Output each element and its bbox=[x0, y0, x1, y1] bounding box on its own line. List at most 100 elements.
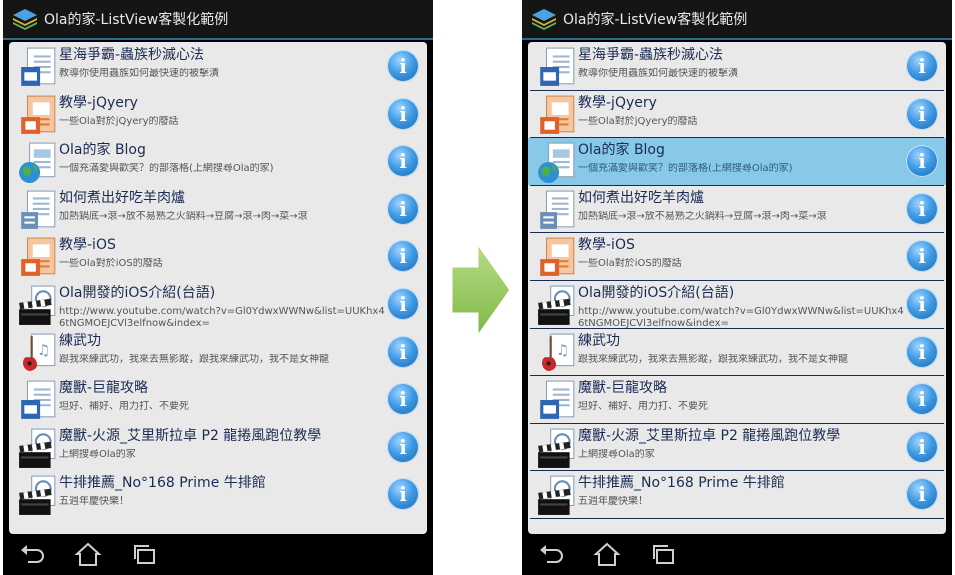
list-item[interactable]: 教學-jQyery 一些Ola對於jQyery的廢話 i bbox=[528, 91, 946, 138]
powerpoint-document-icon bbox=[540, 95, 575, 134]
recent-apps-icon[interactable] bbox=[131, 541, 159, 567]
word-document-icon bbox=[540, 380, 575, 420]
list-item-subtitle: 一些Ola對於jQyery的廢話 bbox=[578, 115, 698, 127]
list-item[interactable]: Ola開發的iOS介紹(台語) http://www.youtube.com/wa… bbox=[9, 281, 427, 328]
list-item-subtitle: 坦好、補好、用力打、不要死 bbox=[578, 401, 708, 413]
info-icon[interactable]: i bbox=[387, 192, 419, 225]
text-document-icon bbox=[540, 190, 575, 229]
phone-screen-before: Ola的家-ListView客製化範例 星海爭霸-蟲族秒滅心法教導你使用蟲族如何… bbox=[3, 0, 433, 575]
list-item[interactable]: 如何煮出好吃羊肉爐 加熱鍋底→滾→放不易熟之火鍋料→豆腐→滾→肉→菜→滾 i bbox=[528, 186, 946, 233]
list-item-subtitle: 教導你使用蟲族如何最快速的被擊潰 bbox=[578, 68, 738, 79]
list-item[interactable]: 教學-iOS 一些Ola對於iOS的廢話 i bbox=[528, 233, 946, 280]
list-item-title: 星海爭霸-蟲族秒滅心法 bbox=[59, 47, 205, 63]
home-icon[interactable] bbox=[74, 541, 102, 567]
list-item-subtitle: http://www.youtube.com/watch?v=Gl0YdwxWW… bbox=[578, 306, 904, 328]
list-item-title: 魔獸-巨龍攻略 bbox=[59, 380, 149, 397]
list-item-title: 教學-iOS bbox=[59, 237, 116, 254]
list-item-title: 如何煮出好吃羊肉爐 bbox=[59, 189, 185, 206]
list-item[interactable]: ♫ 練武功跟我來練武功，我來去無影蹤，跟我來練武功，我不是女神龍 i bbox=[9, 329, 427, 376]
layers-app-icon bbox=[13, 9, 37, 30]
web-document-icon bbox=[538, 142, 575, 184]
list-item-subtitle: 一個充滿愛與歡笑？的部落格(上網搜尋Ola的家) bbox=[59, 163, 274, 175]
list-item[interactable]: ♫ 練武功跟我來練武功，我來去無影蹤，跟我來練武功，我不是女神龍 i bbox=[528, 329, 946, 376]
list-item[interactable]: 星海爭霸-蟲族秒滅心法教導你使用蟲族如何最快速的被擊潰 i bbox=[528, 43, 946, 90]
list-item[interactable]: 如何煮出好吃羊肉爐加熱鍋底→滾→放不易熟之火鍋料→豆腐→滾→肉→菜→滾 i bbox=[9, 186, 427, 233]
video-clapper-icon bbox=[19, 475, 56, 516]
back-icon[interactable] bbox=[19, 541, 47, 567]
music-guitar-icon: ♫ bbox=[542, 333, 575, 371]
list-item[interactable]: 魔獸-巨龍攻略 坦好、補好、用力打、不要死 i bbox=[528, 376, 946, 423]
list-view[interactable]: 星海爭霸-蟲族秒滅心法 教導你使用蟲族如何最快速的被擊潰 i 教學-jQyery 一些O… bbox=[9, 42, 427, 534]
app-title-bar: Ola的家-ListView客製化範例 bbox=[522, 0, 952, 40]
list-item-subtitle: 跟我來練武功，我來去無影蹤，跟我來練武功，我不是女神龍 bbox=[59, 353, 329, 365]
info-icon[interactable]: i bbox=[906, 383, 938, 416]
layers-app-icon bbox=[532, 9, 556, 30]
list-item[interactable]: 教學-iOS 一些Ola對於iOS的廢話 i bbox=[9, 233, 427, 280]
list-item-title: 練武功 bbox=[578, 332, 620, 349]
list-item-subtitle: 加熱鍋底→滾→放不易熟之火鍋料→豆腐→滾→肉→菜→滾 bbox=[578, 210, 827, 222]
list-item[interactable]: 魔獸-火源_艾里斯拉卓 P2 龍捲風跑位教學 上網搜尋Ola的家 i bbox=[9, 424, 427, 471]
list-item-subtitle: 加熱鍋底→滾→放不易熟之火鍋料→豆腐→滾→肉→菜→滾 bbox=[59, 210, 308, 222]
list-item[interactable]: 教學-jQyery 一些Ola對於jQyery的廢話 i bbox=[9, 91, 427, 138]
info-icon[interactable]: i bbox=[387, 50, 419, 82]
info-icon[interactable]: i bbox=[387, 240, 419, 273]
list-item-subtitle: 一些Ola對於jQyery的廢話 bbox=[59, 115, 179, 127]
list-item-title: 練武功 bbox=[59, 332, 101, 349]
web-document-icon bbox=[19, 142, 56, 184]
video-clapper-icon bbox=[538, 475, 575, 516]
info-icon[interactable]: i bbox=[387, 288, 419, 320]
info-icon[interactable]: i bbox=[387, 478, 419, 511]
music-guitar-icon: ♫ bbox=[23, 333, 56, 371]
list-view[interactable]: 星海爭霸-蟲族秒滅心法 教導你使用蟲族如何最快速的被擊潰 i 教學-jQyery 一些O… bbox=[528, 42, 946, 534]
info-icon[interactable]: i bbox=[387, 97, 419, 130]
word-document-icon bbox=[21, 380, 56, 420]
list-item-title: 魔獸-火源_艾里斯拉卓 P2 龍捲風跑位教學 bbox=[59, 427, 322, 444]
list-item-subtitle: 教導你使用蟲族如何最快速的被擊潰 bbox=[59, 68, 219, 79]
info-icon[interactable]: i bbox=[387, 335, 419, 368]
list-item-subtitle: 坦好、補好、用力打、不要死 bbox=[59, 401, 189, 413]
back-icon[interactable] bbox=[538, 541, 566, 567]
info-icon[interactable]: i bbox=[906, 335, 938, 368]
list-item[interactable]: 魔獸-火源_艾里斯拉卓 P2 龍捲風跑位教學上網搜尋Ola的家 i bbox=[528, 424, 946, 471]
list-item-title: 牛排推薦_No°168 Prime 牛排館 bbox=[59, 475, 266, 492]
list-item-title: 星海爭霸-蟲族秒滅心法 bbox=[578, 47, 724, 63]
list-item[interactable]: 牛排推薦_No°168 Prime 牛排館 五週年慶快樂！ i bbox=[9, 471, 427, 518]
info-icon[interactable]: i bbox=[906, 50, 938, 82]
list-item[interactable]: 魔獸-巨龍攻略坦好、補好、用力打、不要死 i bbox=[9, 376, 427, 423]
list-item-subtitle: 五週年慶快樂！ bbox=[578, 496, 648, 508]
list-item-title: Ola的家 Blog bbox=[578, 142, 665, 159]
info-icon[interactable]: i bbox=[906, 478, 938, 511]
word-document-icon bbox=[21, 47, 56, 86]
list-item-title: 教學-iOS bbox=[578, 237, 635, 254]
right-arrow-icon bbox=[449, 240, 513, 340]
video-clapper-icon bbox=[19, 428, 56, 468]
info-icon[interactable]: i bbox=[387, 430, 419, 463]
home-icon[interactable] bbox=[593, 541, 621, 567]
info-icon[interactable]: i bbox=[906, 430, 938, 463]
powerpoint-document-icon bbox=[21, 237, 56, 277]
list-item[interactable]: Ola開發的iOS介紹(台語) http://www.youtube.com/wa… bbox=[528, 281, 946, 328]
info-icon[interactable]: i bbox=[906, 192, 938, 225]
info-icon[interactable]: i bbox=[906, 97, 938, 130]
info-icon[interactable]: i bbox=[387, 383, 419, 416]
recent-apps-icon[interactable] bbox=[650, 541, 678, 567]
list-item-subtitle: 上網搜尋Ola的家 bbox=[578, 448, 655, 460]
app-title: Ola的家-ListView客製化範例 bbox=[44, 12, 229, 28]
list-item-subtitle: 跟我來練武功，我來去無影蹤，跟我來練武功，我不是女神龍 bbox=[578, 353, 848, 365]
list-item[interactable]: Ola的家 Blog 一個充滿愛與歡笑？的部落格(上網搜尋Ola的家) i bbox=[528, 138, 946, 186]
svg-text:♫: ♫ bbox=[556, 342, 569, 359]
list-item[interactable]: Ola的家 Blog 一個充滿愛與歡笑？的部落格(上網搜尋Ola的家) i bbox=[9, 138, 427, 185]
list-item-title: Ola開發的iOS介紹(台語) bbox=[59, 285, 216, 301]
navigation-bar bbox=[3, 535, 433, 575]
svg-text:♫: ♫ bbox=[37, 342, 50, 359]
list-item-title: 牛排推薦_No°168 Prime 牛排館 bbox=[578, 475, 785, 492]
list-item-title: 魔獸-火源_艾里斯拉卓 P2 龍捲風跑位教學 bbox=[578, 427, 841, 444]
list-item[interactable]: 牛排推薦_No°168 Prime 牛排館五週年慶快樂！ i bbox=[528, 471, 946, 518]
navigation-bar bbox=[522, 535, 952, 575]
list-item[interactable]: 星海爭霸-蟲族秒滅心法教導你使用蟲族如何最快速的被擊潰 i bbox=[9, 43, 427, 90]
info-icon[interactable]: i bbox=[387, 145, 419, 178]
info-icon[interactable]: i bbox=[906, 288, 938, 320]
info-icon[interactable]: i bbox=[906, 240, 938, 273]
info-icon[interactable]: i bbox=[906, 145, 938, 178]
text-document-icon bbox=[21, 190, 56, 229]
